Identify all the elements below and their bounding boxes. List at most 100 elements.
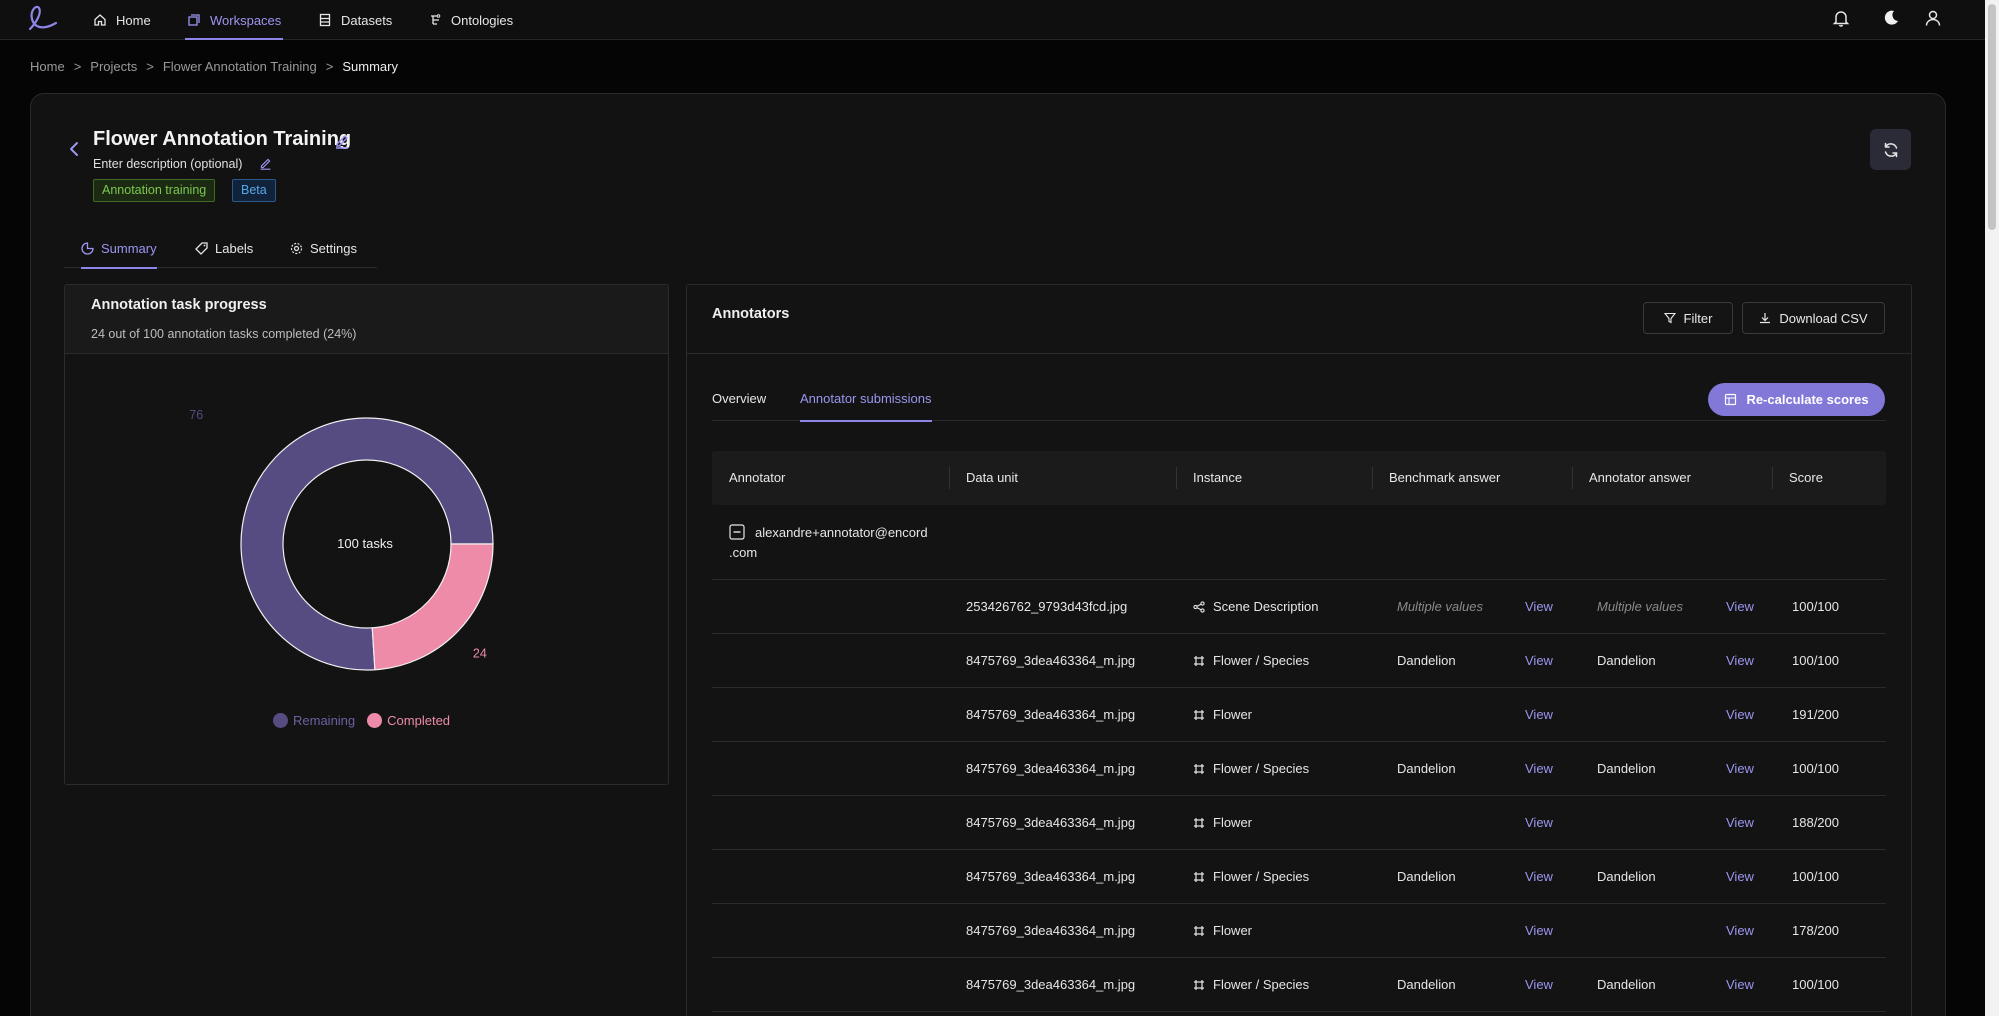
table-row[interactable]: 253426762_9793d43fcd.jpg Scene Descriptio…: [712, 580, 1886, 634]
table-row[interactable]: 8475769_3dea463364_m.jpg Flower / Species…: [712, 742, 1886, 796]
column-header-instance[interactable]: Instance: [1193, 451, 1242, 505]
nav-home-label: Home: [116, 12, 151, 28]
legend-completed[interactable]: Completed: [367, 713, 450, 728]
breadcrumb-projects[interactable]: Projects: [90, 59, 137, 74]
bbox-icon: [1193, 709, 1205, 721]
bell-icon[interactable]: [1831, 8, 1851, 28]
benchmark-view-link[interactable]: View: [1525, 634, 1553, 688]
user-icon[interactable]: [1923, 8, 1943, 28]
chart-legend: Remaining Completed: [273, 713, 450, 728]
benchmark-view-link[interactable]: View: [1525, 904, 1553, 958]
workspaces-icon: [188, 14, 200, 26]
column-header-annotator-answer[interactable]: Annotator answer: [1589, 451, 1691, 505]
refresh-button[interactable]: [1870, 129, 1911, 170]
data-unit-cell: 8475769_3dea463364_m.jpg: [966, 923, 1136, 938]
filter-button[interactable]: Filter: [1643, 302, 1733, 334]
project-description[interactable]: Enter description (optional): [93, 157, 242, 171]
breadcrumb-project[interactable]: Flower Annotation Training: [163, 59, 317, 74]
column-header-benchmark-answer[interactable]: Benchmark answer: [1389, 451, 1500, 505]
encord-logo-icon[interactable]: [26, 3, 60, 33]
table-row[interactable]: 8475769_3dea463364_m.jpg Flower View View 19…: [712, 688, 1886, 742]
nav-home[interactable]: Home: [93, 0, 151, 40]
column-divider: [1772, 467, 1773, 489]
nav-ontologies[interactable]: Ontologies: [428, 0, 513, 40]
bbox-icon: [1193, 763, 1205, 775]
table-row[interactable]: 8475769_3dea463364_m.jpg Flower / Species…: [712, 634, 1886, 688]
progress-title: Annotation task progress: [91, 297, 267, 313]
annotator-group-row[interactable]: alexandre+annotator@encord .com: [712, 505, 1886, 580]
score-cell: 100/100: [1792, 599, 1839, 614]
benchmark-answer-cell: Dandelion: [1397, 977, 1456, 992]
instance-label: Flower / Species: [1213, 761, 1310, 776]
benchmark-view-link[interactable]: View: [1525, 688, 1553, 742]
progress-subtitle: 24 out of 100 annotation tasks completed…: [91, 327, 357, 341]
benchmark-view-link[interactable]: View: [1525, 850, 1553, 904]
table-row[interactable]: 8475769_3dea463364_m.jpg Flower / Species…: [712, 850, 1886, 904]
annotator-view-link[interactable]: View: [1726, 958, 1754, 1012]
column-header-score[interactable]: Score: [1789, 451, 1823, 505]
download-label: Download CSV: [1779, 310, 1868, 326]
annotator-view-link[interactable]: View: [1726, 580, 1754, 634]
annotator-view-link[interactable]: View: [1726, 688, 1754, 742]
refresh-icon: [1884, 142, 1897, 157]
data-unit-cell: 8475769_3dea463364_m.jpg: [966, 977, 1136, 992]
submissions-table: Annotator Data unit Instance Benchmark a…: [712, 451, 1886, 1012]
benchmark-answer-cell: Dandelion: [1397, 761, 1456, 776]
instance-label: Flower / Species: [1213, 977, 1310, 992]
breadcrumb-home[interactable]: Home: [30, 59, 65, 74]
annotator-view-link[interactable]: View: [1726, 634, 1754, 688]
table-row[interactable]: 8475769_3dea463364_m.jpg Flower View View 17…: [712, 904, 1886, 958]
filter-icon: [1663, 312, 1676, 324]
tab-summary[interactable]: Summary: [81, 228, 157, 269]
subtab-annotator-submissions[interactable]: Annotator submissions: [800, 384, 932, 422]
annotator-view-link[interactable]: View: [1726, 796, 1754, 850]
tab-labels[interactable]: Labels: [195, 228, 253, 268]
legend-dot-remaining: [273, 713, 288, 728]
datasets-icon: [319, 13, 331, 27]
table-row[interactable]: 8475769_3dea463364_m.jpg Flower / Species…: [712, 958, 1886, 1012]
tab-settings[interactable]: Settings: [290, 228, 357, 268]
page-scrollbar-thumb[interactable]: [1988, 4, 1996, 230]
page-title: Flower Annotation Training: [93, 128, 352, 150]
column-header-data-unit[interactable]: Data unit: [966, 451, 1018, 505]
instance-label: Flower: [1213, 923, 1253, 938]
project-tabs: Summary Labels Settings: [64, 228, 377, 269]
top-navigation-bar: Home Workspaces Datasets Ontologies: [0, 0, 1985, 40]
breadcrumb-current: Summary: [342, 59, 398, 74]
subtab-overview[interactable]: Overview: [712, 384, 766, 421]
annotator-view-link[interactable]: View: [1726, 742, 1754, 796]
instance-cell: Flower / Species: [1193, 742, 1309, 796]
recalculate-scores-button[interactable]: Re-calculate scores: [1708, 383, 1885, 416]
benchmark-view-link[interactable]: View: [1525, 796, 1553, 850]
back-arrow-icon[interactable]: [66, 140, 82, 158]
edit-description-icon[interactable]: [259, 157, 272, 170]
donut-remaining-value: 76: [189, 408, 203, 422]
column-divider: [1372, 467, 1373, 489]
instance-label: Flower: [1213, 815, 1253, 830]
tab-labels-label: Labels: [215, 240, 254, 256]
instance-cell: Flower / Species: [1193, 958, 1309, 1012]
benchmark-view-link[interactable]: View: [1525, 958, 1553, 1012]
annotator-email-line1: alexandre+annotator@encord: [755, 525, 928, 540]
nav-datasets-label: Datasets: [341, 12, 393, 28]
data-unit-cell: 8475769_3dea463364_m.jpg: [966, 707, 1136, 722]
annotator-view-link[interactable]: View: [1726, 850, 1754, 904]
benchmark-view-link[interactable]: View: [1525, 580, 1553, 634]
edit-title-icon[interactable]: [334, 133, 350, 149]
annotation-progress-card: Annotation task progress 24 out of 100 a…: [64, 284, 669, 785]
legend-remaining[interactable]: Remaining: [273, 713, 355, 728]
download-csv-button[interactable]: Download CSV: [1742, 302, 1885, 334]
instance-cell: Scene Description: [1193, 580, 1319, 634]
column-divider: [949, 467, 950, 489]
nav-workspaces[interactable]: Workspaces: [184, 0, 284, 40]
bbox-icon: [1193, 871, 1205, 883]
benchmark-view-link[interactable]: View: [1525, 742, 1553, 796]
nav-datasets[interactable]: Datasets: [318, 0, 392, 40]
annotator-answer-cell: Multiple values: [1597, 599, 1683, 614]
annotator-view-link[interactable]: View: [1726, 904, 1754, 958]
bbox-icon: [1193, 925, 1205, 937]
table-row[interactable]: 8475769_3dea463364_m.jpg Flower View View 18…: [712, 796, 1886, 850]
moon-icon[interactable]: [1881, 8, 1901, 28]
column-header-annotator[interactable]: Annotator: [729, 451, 785, 505]
instance-cell: Flower / Species: [1193, 850, 1309, 904]
